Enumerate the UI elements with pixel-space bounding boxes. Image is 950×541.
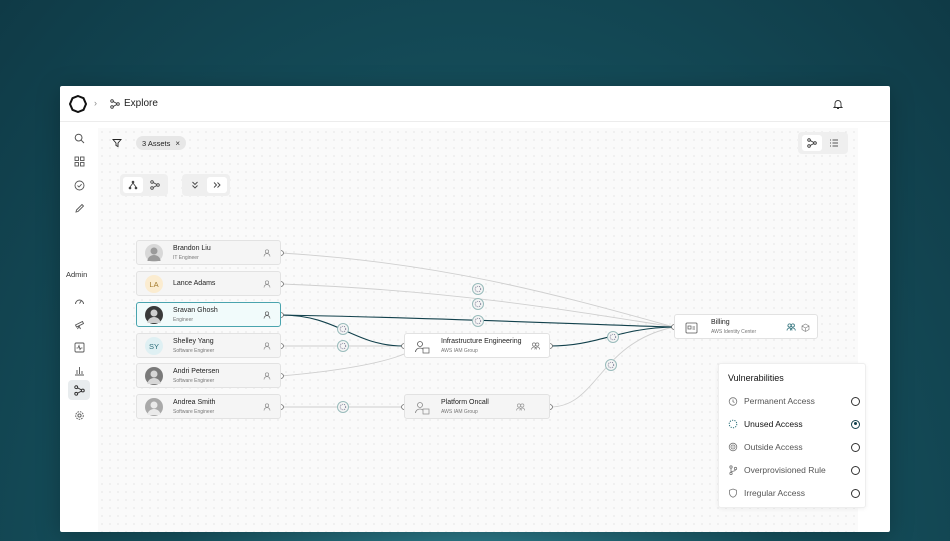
identity-role: Engineer — [173, 317, 194, 323]
gear-icon[interactable] — [71, 407, 87, 423]
users-icon — [786, 323, 796, 331]
users-icon — [516, 403, 525, 411]
vuln-radio-selected[interactable] — [851, 419, 860, 429]
identity-name: Brandon Liu — [173, 245, 211, 252]
identity-name: Andrea Smith — [173, 399, 216, 406]
vuln-option-irregular-access[interactable]: Irregular Access — [728, 486, 860, 500]
avatar: SY — [145, 337, 163, 355]
avatar — [145, 244, 163, 262]
identity-node[interactable]: SY Shelley Yang Software Engineer — [136, 333, 281, 358]
vuln-label: Permanent Access — [744, 396, 815, 406]
users-icon — [531, 342, 540, 350]
identity-name: Andri Petersen — [173, 368, 220, 375]
target-node[interactable]: Billing AWS Identity Center — [674, 314, 818, 339]
vuln-option-unused-access[interactable]: Unused Access — [728, 417, 860, 431]
group-node[interactable]: Platform Oncall AWS IAM Group — [404, 394, 550, 419]
target-icon — [728, 442, 738, 452]
group-type: AWS IAM Group — [441, 409, 478, 415]
vuln-label: Overprovisioned Rule — [744, 465, 826, 475]
user-icon — [263, 342, 271, 350]
identity-name: Lance Adams — [173, 280, 216, 287]
vuln-option-permanent-access[interactable]: Permanent Access — [728, 394, 860, 408]
breadcrumb[interactable]: Explore — [110, 98, 158, 109]
explore-nav-icon[interactable] — [68, 380, 90, 400]
vulnerabilities-title: Vulnerabilities — [728, 373, 784, 383]
group-name: Infrastructure Engineering — [441, 338, 522, 345]
check-circle-icon[interactable] — [71, 177, 87, 193]
target-name: Billing — [711, 319, 730, 326]
vuln-label: Irregular Access — [744, 488, 805, 498]
activity-icon[interactable] — [71, 339, 87, 355]
vuln-radio[interactable] — [851, 488, 860, 498]
identity-name: Sravan Ghosh — [173, 307, 218, 314]
identity-role: Software Engineer — [173, 378, 215, 384]
aws-identity-center-icon — [685, 322, 698, 334]
user-icon — [263, 249, 271, 257]
pencil-icon[interactable] — [71, 200, 87, 216]
breadcrumb-explore: Explore — [124, 98, 158, 109]
avatar — [145, 306, 163, 324]
vuln-option-overprovisioned-rule[interactable]: Overprovisioned Rule — [728, 463, 860, 477]
target-type: AWS Identity Center — [711, 329, 757, 335]
bar-chart-icon[interactable] — [71, 362, 87, 378]
shield-icon — [728, 488, 738, 498]
branch-icon — [728, 465, 738, 475]
search-icon[interactable] — [71, 130, 87, 146]
vulnerabilities-panel: Vulnerabilities Permanent Access Unused … — [718, 363, 866, 508]
aws-group-icon — [415, 402, 430, 415]
identity-role: Software Engineer — [173, 348, 215, 354]
breadcrumb-separator: › — [94, 98, 97, 108]
explore-icon — [110, 98, 120, 109]
gauge-icon[interactable] — [71, 293, 87, 309]
vuln-label: Outside Access — [744, 442, 803, 452]
top-bar: › Explore — [60, 86, 890, 122]
vuln-radio[interactable] — [851, 396, 860, 406]
group-type: AWS IAM Group — [441, 348, 478, 354]
sidebar-section-admin: Admin — [66, 270, 88, 279]
logo-icon[interactable] — [69, 95, 87, 113]
vuln-radio[interactable] — [851, 442, 860, 452]
identity-node-selected[interactable]: Sravan Ghosh Engineer — [136, 302, 281, 327]
avatar — [145, 367, 163, 385]
bell-icon[interactable] — [832, 98, 844, 110]
identity-node[interactable]: LA Lance Adams — [136, 271, 281, 296]
user-icon — [263, 372, 271, 380]
vuln-label: Unused Access — [744, 419, 803, 429]
identity-node[interactable]: Andrea Smith Software Engineer — [136, 394, 281, 419]
user-icon — [263, 403, 271, 411]
user-icon — [263, 311, 271, 319]
avatar: LA — [145, 275, 163, 293]
avatar — [145, 398, 163, 416]
user-icon — [263, 280, 271, 288]
identity-role: IT Engineer — [173, 255, 199, 261]
identity-node[interactable]: Brandon Liu IT Engineer — [136, 240, 281, 265]
vuln-radio[interactable] — [851, 465, 860, 475]
identity-node[interactable]: Andri Petersen Software Engineer — [136, 363, 281, 388]
clock-icon — [728, 396, 738, 406]
identity-name: Shelley Yang — [173, 338, 214, 345]
telescope-icon[interactable] — [71, 316, 87, 332]
identity-role: Software Engineer — [173, 409, 215, 415]
dashboard-grid-icon[interactable] — [71, 153, 87, 169]
sidebar: Admin FN — [60, 122, 98, 532]
group-node[interactable]: Infrastructure Engineering AWS IAM Group — [404, 333, 550, 358]
group-name: Platform Oncall — [441, 399, 489, 406]
cube-icon — [801, 323, 810, 332]
aws-group-icon — [415, 341, 430, 354]
vuln-option-outside-access[interactable]: Outside Access — [728, 440, 860, 454]
dotted-circle-icon — [728, 419, 738, 429]
